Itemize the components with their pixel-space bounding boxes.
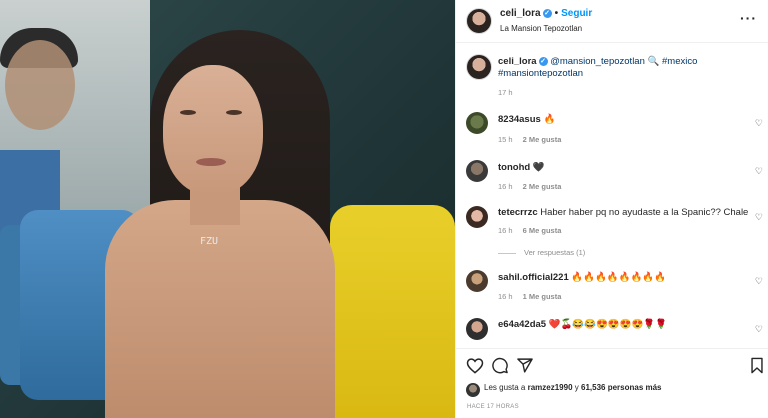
comment-likes[interactable]: 6 Me gusta [523, 226, 562, 235]
verified-icon: ✓ [542, 8, 552, 18]
comment-like-heart-icon[interactable]: ♡ [755, 324, 763, 335]
separator-dot: • [554, 8, 559, 19]
comment-icon[interactable] [491, 357, 509, 374]
comment-username[interactable]: tetecrrzc [498, 207, 538, 218]
comment-like-heart-icon[interactable]: ♡ [755, 166, 763, 177]
comment-body: 🔥 [543, 114, 556, 125]
likes-count[interactable]: 61,536 personas más [581, 383, 662, 392]
bookmark-icon[interactable] [750, 357, 764, 374]
magnifier-emoji: 🔍 [647, 56, 660, 67]
comment-body: ❤️🍒😂😂😍😍😍😍🌹🌹 [548, 319, 668, 330]
comment-text: sahil.official221 🔥🔥🔥🔥🔥🔥🔥🔥 [498, 272, 666, 284]
comment-body: 🔥🔥🔥🔥🔥🔥🔥🔥 [571, 272, 667, 283]
caption-avatar[interactable] [466, 54, 492, 80]
header-user-line: celi_lora ✓ • Seguir [500, 8, 592, 19]
comment-username[interactable]: 8234asus [498, 114, 541, 125]
comment-avatar[interactable] [466, 112, 488, 134]
likes-summary[interactable]: Les gusta a ramzez1990 y 61,536 personas… [484, 383, 662, 392]
comment-like-heart-icon[interactable]: ♡ [755, 276, 763, 287]
comment-like-heart-icon[interactable]: ♡ [755, 118, 763, 129]
share-icon[interactable] [516, 357, 534, 374]
subject-face [163, 65, 263, 195]
comment-body: Haber haber pq no ayudaste a la Spanic??… [540, 207, 749, 218]
caption-username[interactable]: celi_lora [498, 56, 537, 67]
comment-meta: 16 h 1 Me gusta [498, 292, 561, 301]
comment-avatar[interactable] [466, 318, 488, 340]
comment-time[interactable]: 16 h [498, 292, 513, 301]
follow-button[interactable]: Seguir [561, 8, 592, 19]
view-replies-button[interactable]: Ver respuestas (1) [498, 248, 585, 257]
yellow-seat [330, 205, 455, 418]
comment-meta: 16 h 2 Me gusta [498, 182, 561, 191]
likes-prefix: Les gusta a [484, 383, 526, 392]
necklace-text: FZU [200, 236, 219, 247]
comment-time[interactable]: 16 h [498, 226, 513, 235]
subject-lips [196, 158, 226, 166]
caption-hashtag[interactable]: #mexico [662, 56, 697, 67]
view-replies-label: Ver respuestas (1) [524, 248, 586, 257]
comment-meta: 15 h 2 Me gusta [498, 135, 561, 144]
mural-face [5, 40, 75, 130]
comment-like-heart-icon[interactable]: ♡ [755, 212, 763, 223]
header-username[interactable]: celi_lora [500, 8, 541, 19]
comment-username[interactable]: sahil.official221 [498, 272, 569, 283]
caption-time[interactable]: 17 h [498, 88, 513, 97]
caption-text: celi_lora ✓ @mansion_tepozotlan 🔍 #mexico… [498, 56, 753, 80]
subject-eye-left [180, 110, 196, 115]
comment-time[interactable]: 16 h [498, 182, 513, 191]
comment-username[interactable]: e64a42da5 [498, 319, 546, 330]
post-header: celi_lora ✓ • Seguir La Mansion Tepozotlan … [456, 0, 768, 43]
replies-line [498, 252, 516, 254]
likes-mid: y [574, 383, 579, 392]
comment-avatar[interactable] [466, 206, 488, 228]
likes-user[interactable]: ramzez1990 [528, 383, 573, 392]
comment-avatar[interactable] [466, 270, 488, 292]
comment-text: tonohd 🖤 [498, 162, 545, 174]
comment-time[interactable]: 15 h [498, 135, 513, 144]
comment-text: 8234asus 🔥 [498, 114, 555, 126]
heart-icon[interactable] [466, 357, 484, 374]
caption-mention[interactable]: @mansion_tepozotlan [550, 56, 645, 67]
post-photo[interactable]: FZU [0, 0, 455, 418]
post-actions [456, 348, 768, 382]
comment-text: e64a42da5 ❤️🍒😂😂😍😍😍😍🌹🌹 [498, 319, 667, 331]
liker-avatar[interactable] [466, 383, 480, 397]
location-link[interactable]: La Mansion Tepozotlan [500, 24, 582, 33]
comment-meta: 16 h 6 Me gusta [498, 226, 561, 235]
comment-likes[interactable]: 2 Me gusta [523, 135, 562, 144]
comment-likes[interactable]: 2 Me gusta [523, 182, 562, 191]
more-options-icon[interactable]: ··· [740, 10, 757, 26]
comment-body: 🖤 [532, 162, 545, 173]
comment-likes[interactable]: 1 Me gusta [523, 292, 562, 301]
post-side-panel: celi_lora ✓ • Seguir La Mansion Tepozotlan … [455, 0, 768, 418]
post-time-ago[interactable]: HACE 17 HORAS [467, 404, 519, 410]
subject-torso [105, 200, 335, 418]
verified-icon: ✓ [538, 56, 548, 66]
comment-text: tetecrrzc Haber haber pq no ayudaste a l… [498, 207, 748, 219]
caption-hashtag[interactable]: #mansiontepozotlan [498, 68, 583, 79]
comment-username[interactable]: tonohd [498, 162, 530, 173]
subject-eye-right [226, 110, 242, 115]
avatar[interactable] [466, 8, 492, 34]
comments-list[interactable]: celi_lora ✓ @mansion_tepozotlan 🔍 #mexico… [456, 44, 768, 348]
comment-avatar[interactable] [466, 160, 488, 182]
